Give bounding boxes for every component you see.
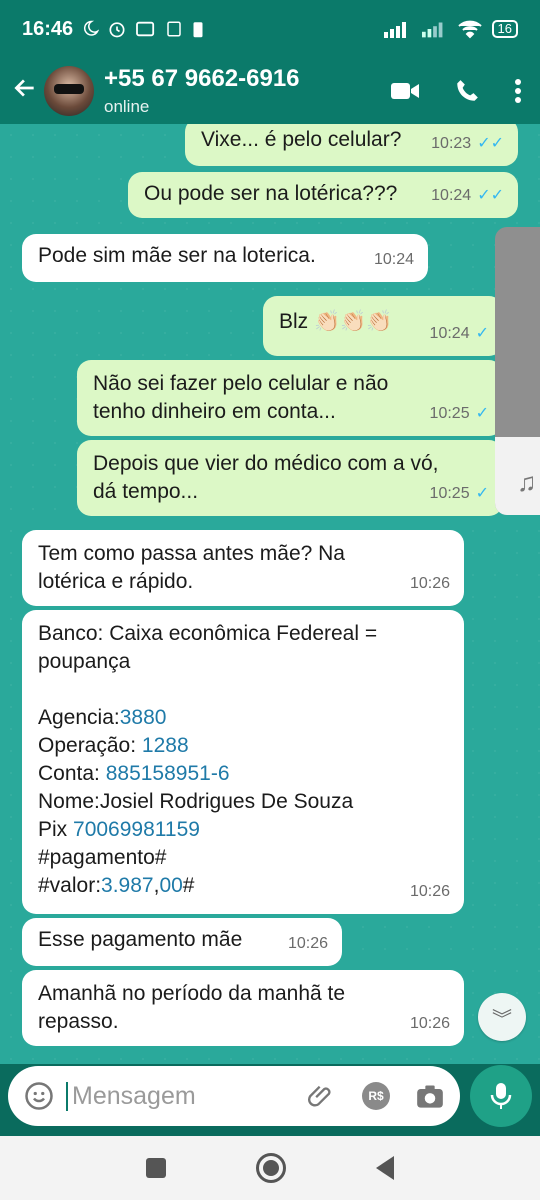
- video-call-icon[interactable]: [390, 80, 420, 102]
- nome-line: Nome:Josiel Rodrigues De Souza: [38, 790, 354, 813]
- message-text: Blz 👏🏻👏🏻👏🏻: [279, 310, 393, 333]
- back-arrow-icon[interactable]: [0, 75, 44, 108]
- conta-line: Conta: 885158951-6: [38, 762, 230, 785]
- conta-link[interactable]: 885158951-6: [106, 762, 230, 785]
- recents-icon[interactable]: [146, 1158, 166, 1178]
- signal-icon: [383, 22, 406, 38]
- status-icons: [81, 19, 205, 39]
- status-bar: 16:46 16: [0, 0, 540, 58]
- message-text: Esse pagamento mãe: [38, 928, 243, 951]
- agencia-line: Agencia:3880: [38, 706, 167, 729]
- storage-icon: [167, 21, 181, 37]
- input-actions: R$: [308, 1082, 444, 1110]
- microphone-icon[interactable]: [470, 1065, 532, 1127]
- nav-back-icon[interactable]: [376, 1156, 394, 1180]
- message-text: Vixe... é pelo celular?: [201, 128, 402, 151]
- message-text: Depois que vier do médico com a vó, dá t…: [93, 452, 439, 503]
- contact-name: +55 67 9662-6916: [104, 65, 300, 92]
- alarm-icon: [109, 22, 125, 38]
- message-outgoing[interactable]: Depois que vier do médico com a vó, dá t…: [77, 440, 503, 516]
- bank-line: Banco: Caixa econômica Federeal =: [38, 622, 378, 645]
- signal-2-icon: [421, 22, 442, 38]
- chat-header: +55 67 9662-6916 online: [0, 58, 540, 124]
- top-bar: 16:46 16 +55 67 9662-6916 online: [0, 0, 540, 124]
- message-time: 10:24 ✓✓: [431, 182, 504, 210]
- message-incoming[interactable]: Esse pagamento mãe 10:26: [22, 918, 342, 966]
- message-incoming[interactable]: Pode sim mãe ser na loterica. 10:24: [22, 234, 428, 282]
- message-input-bar: Mensagem R$: [8, 1066, 460, 1126]
- message-text: Ou pode ser na lotérica???: [144, 182, 398, 205]
- notification-icon: [136, 21, 155, 37]
- valor-cents-link[interactable]: 00: [159, 874, 182, 897]
- read-ticks-icon: ✓: [475, 485, 489, 502]
- message-time: 10:25 ✓: [430, 400, 489, 428]
- message-incoming-bank-details[interactable]: Banco: Caixa econômica Federeal = poupan…: [22, 610, 464, 914]
- paperclip-icon[interactable]: [308, 1082, 336, 1110]
- contact-info[interactable]: +55 67 9662-6916 online: [104, 65, 300, 117]
- operacao-link[interactable]: 1288: [142, 734, 189, 757]
- message-time: 10:24: [373, 251, 414, 268]
- message-text: Amanhã no período da manhã te repasso.: [38, 982, 346, 1033]
- message-time: 10:26: [287, 935, 328, 952]
- operacao-line: Operação: 1288: [38, 734, 189, 757]
- emoji-icon[interactable]: [24, 1081, 54, 1111]
- valor-link[interactable]: 3.987: [101, 874, 154, 897]
- message-time: 10:26: [409, 575, 450, 592]
- bank-line: poupança: [38, 650, 131, 673]
- message-incoming[interactable]: Amanhã no período da manhã te repasso. 1…: [22, 970, 464, 1046]
- message-outgoing[interactable]: Vixe... é pelo celular? 10:23 ✓✓: [185, 124, 518, 166]
- moon-icon: [84, 20, 100, 36]
- agencia-link[interactable]: 3880: [120, 706, 167, 729]
- more-vertical-icon[interactable]: [514, 78, 522, 104]
- header-actions: [390, 78, 540, 104]
- read-ticks-icon: ✓: [475, 325, 489, 342]
- message-time: 10:26: [409, 883, 450, 900]
- chat-area[interactable]: Vixe... é pelo celular? 10:23 ✓✓ Ou pode …: [0, 124, 540, 1064]
- pix-link[interactable]: 70069981159: [73, 818, 200, 841]
- valor-line: #valor:3.987,00#: [38, 874, 195, 897]
- camera-icon[interactable]: [416, 1083, 444, 1109]
- message-outgoing[interactable]: Ou pode ser na lotérica??? 10:24 ✓✓: [128, 172, 518, 218]
- message-time: 10:23 ✓✓: [431, 130, 504, 158]
- contact-presence: online: [104, 97, 150, 116]
- status-time: 16:46: [22, 17, 74, 40]
- read-ticks-icon: ✓✓: [477, 135, 504, 152]
- side-floating-panel[interactable]: ♫: [495, 227, 540, 515]
- message-outgoing[interactable]: Blz 👏🏻👏🏻👏🏻 10:24 ✓: [263, 296, 503, 356]
- message-text: Pode sim mãe ser na loterica.: [38, 244, 316, 267]
- battery-saver-icon: [193, 22, 203, 38]
- music-note-icon[interactable]: ♫: [517, 467, 537, 498]
- wifi-icon: [457, 20, 482, 39]
- message-incoming[interactable]: Tem como passa antes mãe? Na lotérica e …: [22, 530, 464, 606]
- payment-rs-icon[interactable]: R$: [362, 1082, 390, 1110]
- message-time: 10:25 ✓: [430, 480, 489, 508]
- battery-level: 16: [491, 20, 518, 38]
- avatar[interactable]: [44, 66, 94, 116]
- message-text: Tem como passa antes mãe? Na lotérica e …: [38, 542, 345, 593]
- message-time: 10:24 ✓: [430, 320, 489, 348]
- message-input[interactable]: Mensagem: [66, 1081, 196, 1111]
- read-ticks-icon: ✓: [475, 405, 489, 422]
- home-icon[interactable]: [256, 1153, 286, 1183]
- pagamento-line: #pagamento#: [38, 846, 167, 869]
- system-nav-bar: [0, 1136, 540, 1200]
- chevron-down-double-icon[interactable]: ︾: [478, 993, 526, 1041]
- pix-line: Pix 70069981159: [38, 818, 200, 841]
- side-panel-lower: ♫: [495, 437, 540, 515]
- phone-icon[interactable]: [454, 78, 480, 104]
- status-right: 16: [383, 19, 518, 39]
- message-time: 10:26: [409, 1015, 450, 1032]
- message-text: Não sei fazer pelo celular e não tenho d…: [93, 372, 389, 423]
- read-ticks-icon: ✓✓: [477, 187, 504, 204]
- message-outgoing[interactable]: Não sei fazer pelo celular e não tenho d…: [77, 360, 503, 436]
